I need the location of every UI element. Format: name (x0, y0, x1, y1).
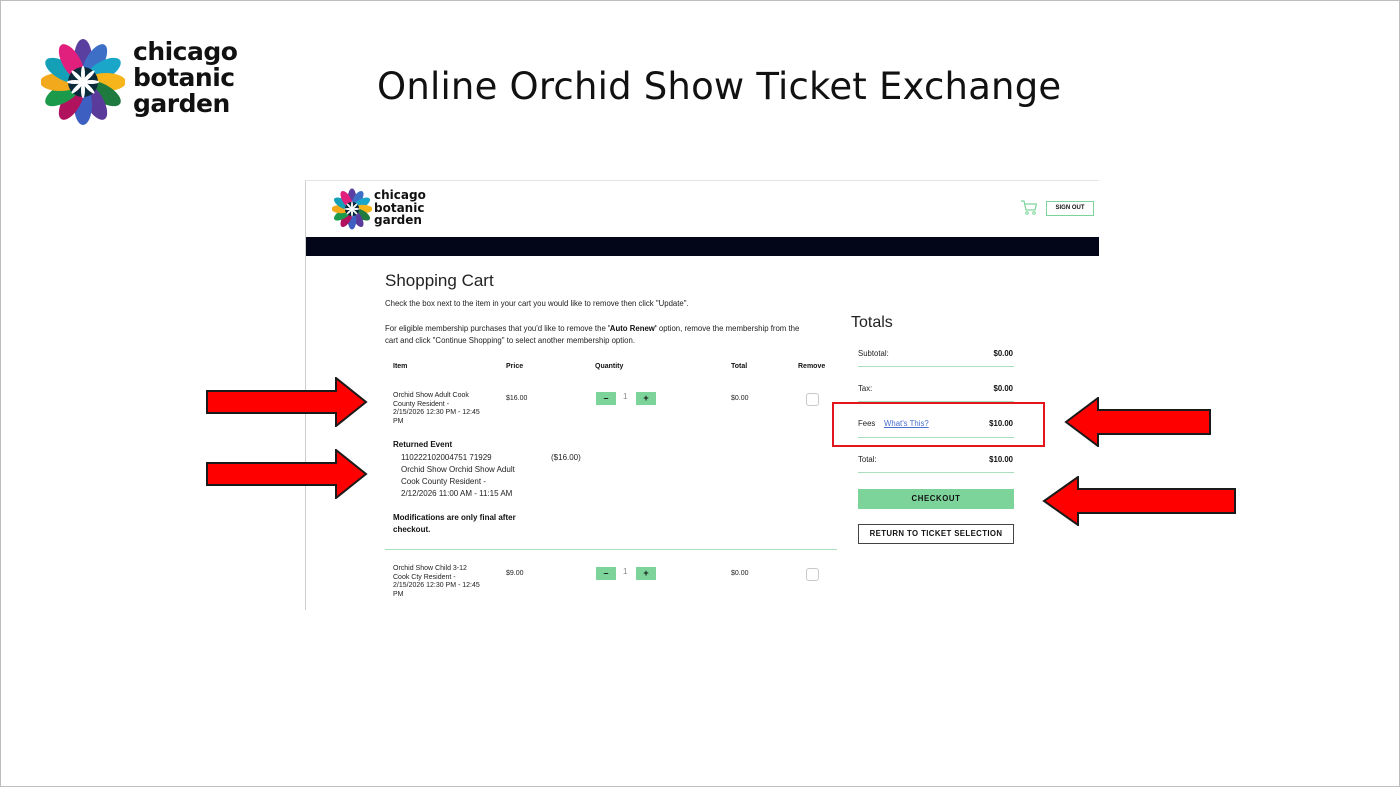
modifications-note: Modifications are only final after check… (393, 513, 516, 534)
logo-line: chicago (133, 37, 238, 66)
quantity-value[interactable]: 1 (623, 392, 627, 401)
cart-instruction: Check the box next to the item in your c… (385, 299, 689, 308)
return-to-ticket-selection-button[interactable]: RETURN TO TICKET SELECTION (858, 524, 1014, 544)
logo-line: chicago (374, 188, 426, 202)
quantity-minus-button[interactable]: – (596, 392, 616, 405)
totals-divider (858, 366, 1014, 367)
item-name-line: County Resident - (393, 400, 450, 408)
returned-event-price: ($16.00) (551, 453, 581, 462)
logo-line: garden (374, 213, 422, 227)
returned-event-line: 110222102004751 71929 (401, 453, 492, 462)
tax-value: $0.00 (993, 384, 1013, 393)
left-arrow-icon (1064, 397, 1211, 447)
col-remove-header: Remove (798, 363, 826, 370)
col-item-header: Item (393, 363, 408, 370)
logo-line: botanic (133, 63, 235, 92)
site-logo-text: chicago botanic garden (374, 189, 426, 227)
cart-title: Shopping Cart (385, 271, 494, 290)
item-total: $0.00 (731, 570, 749, 577)
right-arrow-icon (206, 377, 368, 427)
item-name-line: Orchid Show Child 3-12 (393, 565, 467, 572)
remove-checkbox[interactable] (806, 393, 819, 406)
col-price-header: Price (506, 363, 524, 370)
item-name-line: 2/15/2026 12:30 PM - 12:45 (393, 409, 480, 416)
tax-label: Tax: (858, 384, 873, 393)
subtotal-value: $0.00 (993, 349, 1013, 358)
site-logo[interactable]: chicago botanic garden (332, 188, 432, 230)
totals-title: Totals (851, 314, 893, 331)
checkout-button[interactable]: CHECKOUT (858, 489, 1014, 509)
nav-bar (306, 237, 1099, 256)
site-header: chicago botanic garden SIGN OUT (306, 181, 1099, 237)
logo-line: garden (133, 89, 230, 118)
total-label: Total: (858, 455, 877, 464)
quantity-plus-button[interactable]: + (636, 392, 656, 405)
item-price: $9.00 (506, 570, 524, 577)
total-value: $10.00 (989, 455, 1013, 464)
slide-logo-text: chicago botanic garden (133, 37, 238, 118)
remove-checkbox[interactable] (806, 568, 819, 581)
item-name-line: Cook Cty Resident - (393, 573, 456, 581)
slide: chicago botanic garden Online Orchid Sho… (0, 0, 1400, 787)
item-name: Orchid Show Child 3-12 Cook Cty Resident… (393, 565, 503, 599)
item-price: $16.00 (506, 395, 528, 402)
shopping-cart-icon[interactable] (1020, 198, 1038, 216)
row-divider (385, 549, 837, 550)
item-name-line: PM (393, 590, 404, 598)
sign-out-button[interactable]: SIGN OUT (1046, 201, 1094, 216)
item-name-line: Orchid Show Adult Cook (393, 392, 469, 399)
flower-logo-icon (41, 39, 125, 125)
subtotal-label: Subtotal: (858, 349, 889, 358)
cart-page-screenshot: chicago botanic garden SIGN OUT Shopping… (305, 180, 1099, 610)
flower-logo-icon (332, 188, 372, 230)
quantity-minus-button[interactable]: – (596, 567, 616, 580)
auto-renew-text: 'Auto Renew' (607, 324, 657, 333)
col-quantity-header: Quantity (595, 363, 624, 370)
returned-event-line: Orchid Show Orchid Show Adult (401, 465, 515, 474)
right-arrow-icon (206, 449, 368, 499)
left-arrow-icon (1042, 476, 1236, 526)
quantity-plus-button[interactable]: + (636, 567, 656, 580)
item-name-line: PM (393, 417, 404, 425)
slide-logo: chicago botanic garden (41, 39, 241, 129)
item-name-line: 2/15/2026 12:30 PM - 12:45 (393, 582, 480, 589)
quantity-value[interactable]: 1 (623, 567, 627, 576)
item-total: $0.00 (731, 395, 749, 402)
totals-divider (858, 472, 1014, 473)
membership-note: For eligible membership purchases that y… (385, 323, 805, 347)
item-name: Orchid Show Adult Cook County Resident -… (393, 392, 503, 426)
membership-note-pre: For eligible membership purchases that y… (385, 324, 608, 333)
fees-highlight-box (832, 402, 1045, 447)
col-total-header: Total (731, 363, 748, 370)
returned-event-line: Cook County Resident - (401, 477, 486, 486)
returned-event-title: Returned Event (393, 440, 453, 449)
slide-title: Online Orchid Show Ticket Exchange (377, 65, 1062, 108)
returned-event-line: 2/12/2026 11:00 AM - 11:15 AM (401, 489, 513, 498)
